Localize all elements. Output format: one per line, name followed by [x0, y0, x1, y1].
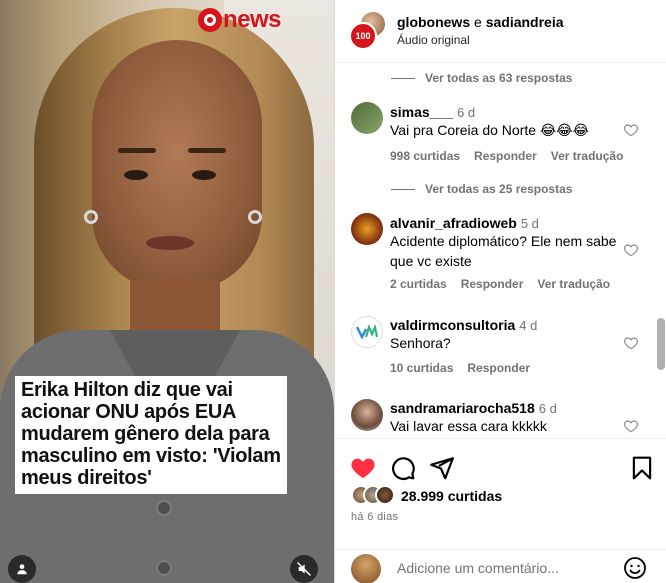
user-icon — [17, 564, 27, 575]
presenter-eye — [124, 170, 148, 180]
comment-username[interactable]: sandramariarocha518 — [390, 400, 535, 416]
view-replies-button[interactable]: Ver todas as 63 respostas — [391, 70, 572, 86]
comment-likes[interactable]: 998 curtidas — [390, 149, 460, 163]
comment-time[interactable]: 5 d — [521, 216, 539, 231]
view-replies-label: Ver todas as 63 respostas — [425, 71, 573, 85]
comments-scrollbar[interactable] — [657, 318, 665, 370]
author-link-sadiandreia[interactable]: sadiandreia — [486, 14, 564, 30]
video-player[interactable]: news Erika Hilton diz que vai acionar ON… — [0, 0, 334, 583]
comment-likes[interactable]: 2 curtidas — [390, 277, 447, 291]
post-modal: news Erika Hilton diz que vai acionar ON… — [0, 0, 666, 583]
emoji-icon[interactable] — [623, 556, 647, 580]
comment-username[interactable]: alvanir_afradioweb — [390, 215, 517, 231]
badge-text: 100 — [355, 31, 371, 41]
share-icon[interactable] — [429, 455, 455, 481]
like-comment-heart-icon[interactable] — [623, 122, 639, 138]
likes-count[interactable]: 28.999 curtidas — [401, 488, 502, 504]
comment-icon[interactable] — [390, 455, 416, 481]
translate-button[interactable]: Ver tradução — [551, 149, 624, 163]
post-authors: globonews e sadiandreia — [397, 14, 564, 30]
mute-icon — [297, 562, 311, 576]
comments-panel: 100 globonews e sadiandreia Áudio origin… — [334, 0, 666, 583]
comment-user[interactable]: alvanir_afradioweb 5 d — [390, 215, 539, 231]
add-comment-input[interactable]: Adicione um comentário... — [397, 560, 559, 576]
comment-text: Acidente diplomático? Ele nem sabe que v… — [390, 233, 617, 269]
comment-text: Vai pra Coreia do Norte 😂😂😂 — [390, 122, 590, 138]
comment-username[interactable]: simas___ — [390, 104, 453, 120]
like-comment-heart-icon[interactable] — [623, 335, 639, 351]
comment-meta: 2 curtidas Responder Ver tradução — [390, 277, 610, 291]
presenter-brow — [118, 148, 156, 153]
replies-divider — [391, 77, 415, 79]
presenter-mouth — [146, 236, 194, 250]
author-link-globonews[interactable]: globonews — [397, 14, 470, 30]
mute-button[interactable] — [290, 555, 318, 583]
tagged-users-button[interactable] — [8, 555, 36, 583]
presenter-eye — [192, 170, 216, 180]
globonews-avatar[interactable]: 100 — [349, 22, 377, 50]
like-heart-icon[interactable] — [350, 455, 376, 481]
comment-time[interactable]: 4 d — [519, 318, 537, 333]
shirt-button — [156, 500, 172, 516]
bookmark-icon[interactable] — [629, 455, 655, 481]
comment-user[interactable]: simas___ 6 d — [390, 104, 475, 120]
post-time[interactable]: há 6 dias — [351, 511, 398, 523]
like-comment-heart-icon[interactable] — [623, 242, 639, 258]
comment-text: Vai lavar essa cara kkkkk — [390, 418, 547, 434]
commenter-avatar[interactable] — [351, 102, 383, 134]
current-user-avatar[interactable] — [351, 554, 381, 583]
view-replies-label: Ver todas as 25 respostas — [425, 182, 573, 196]
comment-user[interactable]: sandramariarocha518 6 d — [390, 400, 557, 416]
commenter-avatar[interactable] — [351, 399, 383, 431]
audio-link[interactable]: Áudio original — [397, 33, 470, 47]
comment-time[interactable]: 6 d — [539, 401, 557, 416]
liker-avatar[interactable] — [375, 485, 395, 505]
logo-text: news — [223, 6, 282, 33]
comment-meta: 10 curtidas Responder — [390, 361, 530, 375]
comment-likes[interactable]: 10 curtidas — [390, 361, 453, 375]
comment-time[interactable]: 6 d — [457, 105, 475, 120]
comment-username[interactable]: valdirmconsultoria — [390, 317, 515, 333]
presenter-face — [92, 40, 262, 290]
translate-button[interactable]: Ver tradução — [537, 277, 610, 291]
comment-user[interactable]: valdirmconsultoria 4 d — [390, 317, 537, 333]
reply-button[interactable]: Responder — [467, 361, 530, 375]
add-comment-row: Adicione um comentário... — [335, 549, 666, 583]
comments-list[interactable]: Ver todas as 63 respostas simas___ 6 d Va… — [335, 63, 666, 438]
post-actions: 28.999 curtidas há 6 dias Adicione um co… — [335, 438, 666, 583]
commenter-avatar[interactable] — [351, 213, 383, 245]
replies-divider — [391, 188, 415, 190]
post-header: 100 globonews e sadiandreia Áudio origin… — [335, 0, 666, 63]
reply-button[interactable]: Responder — [461, 277, 524, 291]
shirt-button — [156, 560, 172, 576]
channel-logo: news — [198, 6, 282, 34]
video-caption: Erika Hilton diz que vai acionar ONU apó… — [21, 379, 281, 489]
commenter-avatar[interactable] — [351, 316, 383, 348]
globo-logo-icon — [198, 8, 222, 32]
comment-meta: 998 curtidas Responder Ver tradução — [390, 149, 623, 163]
view-replies-button[interactable]: Ver todas as 25 respostas — [391, 181, 572, 197]
vm-logo-icon — [356, 325, 378, 339]
presenter-earring — [248, 210, 262, 224]
like-comment-heart-icon[interactable] — [623, 418, 639, 434]
comment-text: Senhora? — [390, 335, 451, 351]
video-caption-box: Erika Hilton diz que vai acionar ONU apó… — [15, 376, 287, 494]
author-joiner: e — [474, 14, 482, 30]
presenter-brow — [188, 148, 226, 153]
presenter-earring — [84, 210, 98, 224]
reply-button[interactable]: Responder — [474, 149, 537, 163]
